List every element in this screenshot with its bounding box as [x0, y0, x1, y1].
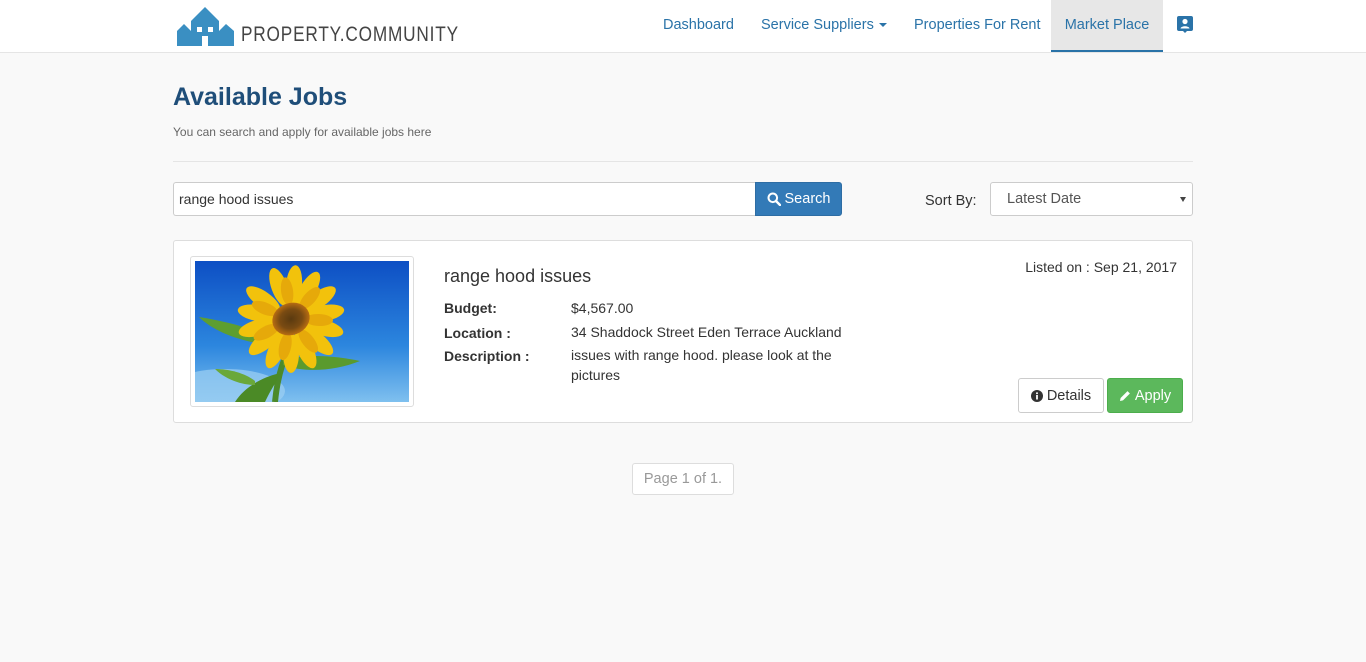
- nav-dashboard[interactable]: Dashboard: [663, 0, 734, 52]
- header-divider: [173, 161, 1193, 162]
- description-label: Description :: [444, 348, 530, 364]
- select-arrow-icon: [1180, 197, 1186, 202]
- nav-properties-for-rent[interactable]: Properties For Rent: [914, 0, 1041, 52]
- search-button[interactable]: Search: [755, 182, 842, 216]
- apply-button-label: Apply: [1134, 387, 1172, 404]
- job-listed-date: Listed on : Sep 21, 2017: [1025, 259, 1177, 275]
- brand-name: PROPERTY.COMMUNITY: [241, 23, 459, 46]
- job-card: range hood issues Listed on : Sep 21, 20…: [173, 240, 1193, 423]
- caret-down-icon: [878, 23, 887, 28]
- brand-logo[interactable]: PROPERTY.COMMUNITY: [177, 4, 507, 46]
- search-input[interactable]: [173, 182, 756, 216]
- search-button-label: Search: [784, 191, 831, 207]
- pagination-indicator: Page 1 of 1.: [632, 463, 734, 495]
- location-value: 34 Shaddock Street Eden Terrace Auckland: [571, 324, 842, 340]
- page-title: Available Jobs: [173, 83, 348, 111]
- nav-market-place[interactable]: Market Place: [1051, 0, 1163, 52]
- sort-select-value: Latest Date: [1007, 191, 1082, 207]
- budget-value: $4,567.00: [571, 300, 634, 316]
- budget-label: Budget:: [444, 300, 497, 316]
- top-navbar: PROPERTY.COMMUNITY Dashboard Service Sup…: [0, 0, 1366, 53]
- sunflower-photo: [195, 261, 409, 402]
- sort-label: Sort By:: [925, 193, 977, 209]
- details-button-label: Details: [1046, 387, 1092, 404]
- search-icon: [767, 192, 781, 206]
- apply-button[interactable]: Apply: [1107, 378, 1183, 413]
- job-title[interactable]: range hood issues: [444, 266, 591, 287]
- nav-service-suppliers[interactable]: Service Suppliers: [761, 0, 887, 52]
- info-icon: [1030, 389, 1043, 402]
- house-logo-icon: [177, 7, 234, 46]
- sort-select[interactable]: Latest Date: [990, 182, 1193, 216]
- nav-service-suppliers-label: Service Suppliers: [761, 17, 874, 33]
- page-subtitle: You can search and apply for available j…: [173, 125, 432, 139]
- pencil-icon: [1119, 390, 1130, 401]
- job-thumbnail[interactable]: [190, 256, 414, 407]
- details-button[interactable]: Details: [1018, 378, 1104, 413]
- location-label: Location :: [444, 325, 511, 341]
- user-profile-icon[interactable]: [1177, 16, 1193, 33]
- description-value: issues with range hood. please look at t…: [571, 347, 832, 383]
